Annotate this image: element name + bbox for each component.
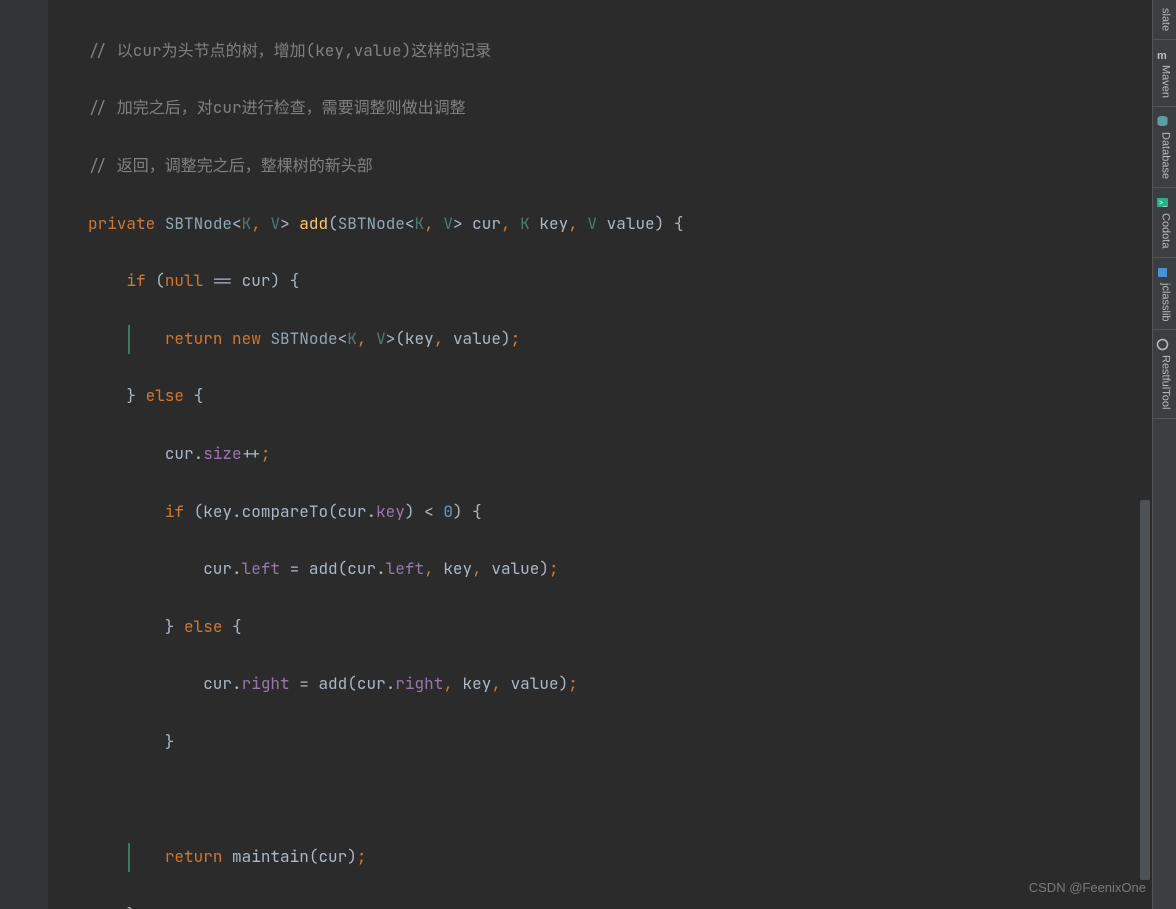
comment-line: // 返回，调整完之后，整棵树的新头部 [88,155,373,176]
tool-tab-codota[interactable]: >_ Codota [1152,188,1176,257]
svg-text:m: m [1157,50,1167,61]
comment-line: // 以cur为头节点的树，增加(key,value)这样的记录 [88,40,491,61]
tool-tab-slate[interactable]: slate [1152,0,1176,40]
tool-tab-maven[interactable]: m Maven [1152,40,1176,107]
method-add: add [299,213,328,234]
codota-icon: >_ [1158,196,1171,209]
tool-tab-restfultool[interactable]: RestfulTool [1152,330,1176,418]
editor-gutter [0,0,48,909]
scrollbar-thumb[interactable] [1140,500,1150,880]
svg-text:>_: >_ [1159,200,1167,207]
database-icon [1158,115,1171,128]
editor-scrollbar[interactable] [1138,0,1150,909]
tool-tab-jclasslib[interactable]: jclasslib [1152,258,1176,331]
maven-icon: m [1158,48,1171,61]
code-editor[interactable]: // 以cur为头节点的树，增加(key,value)这样的记录 // 加完之后… [0,0,1152,909]
watermark: CSDN @FeenixOne [1029,876,1146,899]
right-tool-sidebar: slate m Maven Database >_ Codota jclassl… [1152,0,1176,909]
keyword-private: private [88,213,155,234]
tool-tab-database[interactable]: Database [1152,107,1176,188]
field-size: size [203,443,241,464]
restful-icon [1158,338,1171,351]
comment-line: // 加完之后，对cur进行检查，需要调整则做出调整 [88,97,466,118]
jclasslib-icon [1158,266,1171,279]
code-content: // 以cur为头节点的树，增加(key,value)这样的记录 // 加完之后… [88,8,1152,909]
